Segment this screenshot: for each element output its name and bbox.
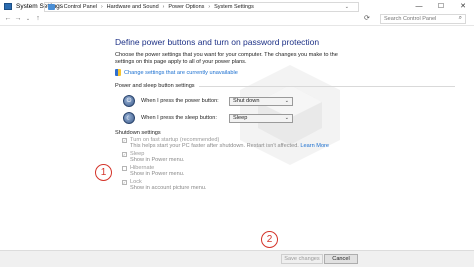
- hibernate-checkbox[interactable]: [122, 165, 127, 171]
- lock-checkbox[interactable]: ✓: [122, 179, 127, 185]
- forward-arrow-icon[interactable]: →: [13, 15, 23, 22]
- address-bar[interactable]: › Control Panel › Hardware and Sound › P…: [44, 2, 359, 12]
- uac-shield-icon: [115, 69, 121, 76]
- hibernate-description: Show in Power menu.: [130, 171, 185, 177]
- sleep-button-label: When I press the sleep button:: [141, 115, 217, 121]
- save-changes-button[interactable]: Save changes: [281, 254, 323, 264]
- cancel-button[interactable]: Cancel: [324, 254, 358, 264]
- change-settings-link-row[interactable]: Change settings that are currently unava…: [115, 69, 455, 76]
- sleep-button-value: Sleep: [233, 115, 248, 121]
- power-button-select[interactable]: Shut down ⌄: [229, 96, 293, 106]
- power-button-label: When I press the power button:: [141, 98, 219, 104]
- breadcrumb-separator-icon: ›: [58, 4, 60, 10]
- sleep-button-icon: ☾: [123, 112, 135, 124]
- breadcrumb-separator-icon: ›: [162, 4, 165, 10]
- power-button-value: Shut down: [233, 98, 260, 104]
- refresh-icon[interactable]: ⟳: [364, 14, 370, 22]
- fast-startup-description: This helps start your PC faster after sh…: [130, 143, 299, 149]
- section-divider: [198, 85, 455, 87]
- back-arrow-icon[interactable]: ←: [3, 15, 13, 22]
- power-button-icon: ⏻: [123, 95, 135, 107]
- chevron-down-icon: ⌄: [284, 114, 289, 121]
- footer-bar: Save changes Cancel: [0, 250, 474, 267]
- shutdown-section-title: Shutdown settings: [115, 130, 161, 136]
- lock-option: ✓ Lock Show in account picture menu.: [122, 179, 455, 192]
- annotation-badge-1: 1: [95, 164, 112, 181]
- control-panel-icon: [48, 4, 55, 10]
- breadcrumb-separator-icon: ›: [101, 4, 103, 10]
- maximize-button[interactable]: ☐: [430, 0, 452, 12]
- address-dropdown-chevron-icon[interactable]: ⌄: [345, 4, 349, 10]
- change-settings-link[interactable]: Change settings that are currently unava…: [124, 70, 238, 76]
- close-button[interactable]: ✕: [452, 0, 474, 12]
- breadcrumb-hardware-and-sound[interactable]: Hardware and Sound: [107, 4, 159, 10]
- power-section-header: Power and sleep button settings: [115, 83, 455, 89]
- annotation-badge-2: 2: [261, 231, 278, 248]
- breadcrumb-separator-icon: ›: [208, 4, 211, 10]
- learn-more-link[interactable]: Learn More: [300, 143, 329, 149]
- search-icon: ⌕: [458, 15, 462, 21]
- minimize-button[interactable]: —: [408, 0, 430, 12]
- chevron-down-icon: ⌄: [284, 97, 289, 104]
- page-description: Choose the power settings that you want …: [115, 52, 338, 65]
- sleep-option: ✓ Sleep Show in Power menu.: [122, 151, 455, 164]
- search-placeholder: Search Control Panel: [384, 16, 437, 22]
- page-title: Define power buttons and turn on passwor…: [115, 37, 320, 47]
- breadcrumb-control-panel[interactable]: Control Panel: [64, 4, 97, 10]
- breadcrumb-power-options[interactable]: Power Options: [168, 4, 204, 10]
- recent-locations-chevron-icon[interactable]: ⌄: [23, 16, 33, 22]
- shutdown-section-header: Shutdown settings: [115, 130, 455, 136]
- power-section-title: Power and sleep button settings: [115, 83, 195, 89]
- fast-startup-option: ✓ Turn on fast startup (recommended) Thi…: [122, 137, 455, 150]
- power-button-row: ⏻ When I press the power button: Shut do…: [123, 95, 455, 107]
- sleep-button-row: ☾ When I press the sleep button: Sleep ⌄: [123, 112, 455, 124]
- sleep-description: Show in Power menu.: [130, 157, 185, 163]
- sleep-checkbox[interactable]: ✓: [122, 151, 127, 157]
- lock-description: Show in account picture menu.: [130, 185, 207, 191]
- breadcrumb-system-settings[interactable]: System Settings: [214, 4, 254, 10]
- hibernate-option: Hibernate Show in Power menu.: [122, 165, 455, 178]
- window-controls: — ☐ ✕: [408, 0, 474, 12]
- sleep-button-select[interactable]: Sleep ⌄: [229, 113, 293, 123]
- search-input[interactable]: Search Control Panel ⌕: [380, 14, 466, 24]
- fast-startup-checkbox[interactable]: ✓: [122, 137, 127, 143]
- up-arrow-icon[interactable]: ↑: [33, 15, 43, 22]
- system-settings-icon: [4, 2, 12, 10]
- main-content: Define power buttons and turn on passwor…: [115, 37, 455, 192]
